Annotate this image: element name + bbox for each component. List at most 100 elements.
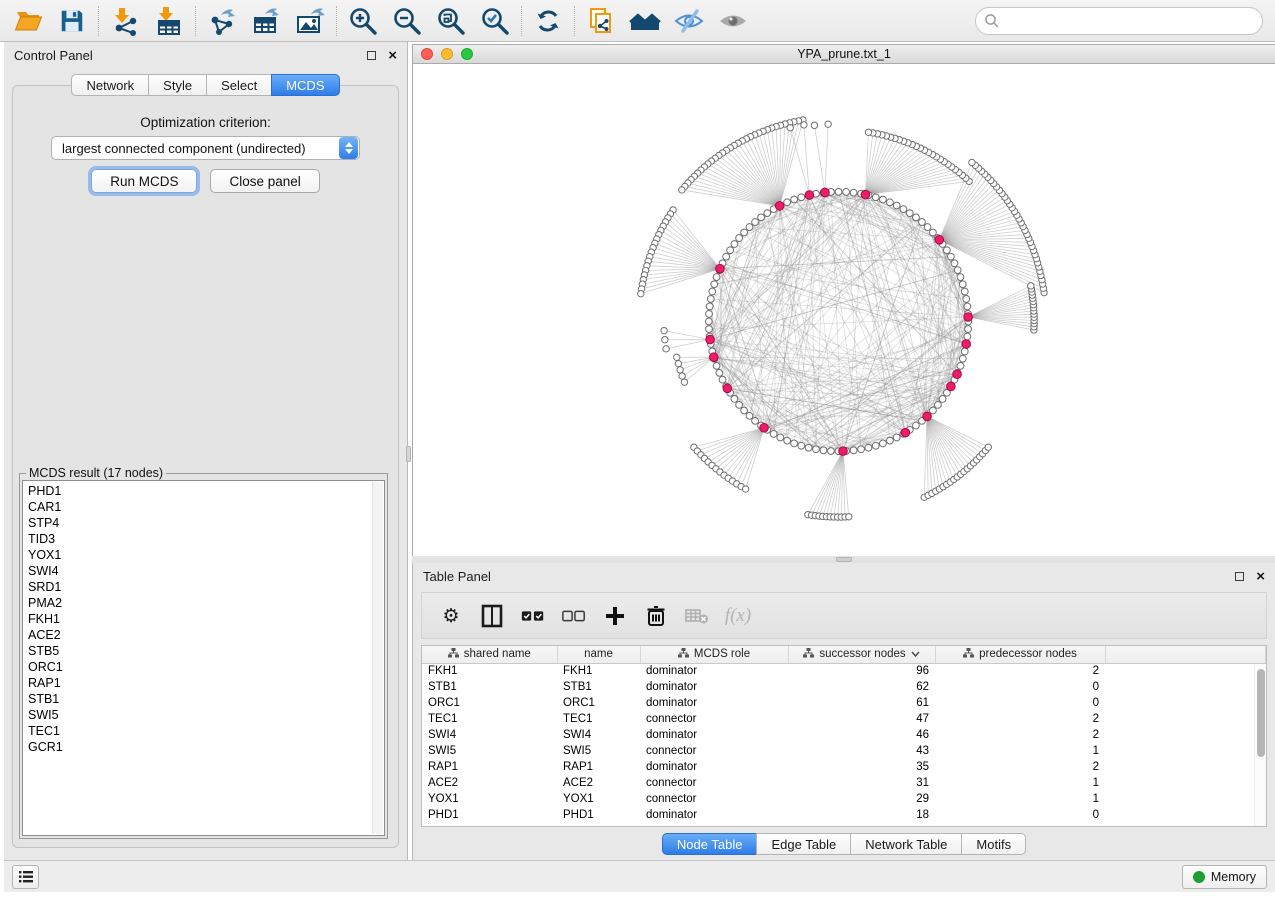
zoom-selected-icon[interactable] bbox=[473, 3, 517, 39]
table-scrollbar[interactable] bbox=[1254, 664, 1266, 826]
mcds-node-item[interactable]: PHD1 bbox=[28, 483, 384, 499]
table-row[interactable]: RAP1RAP1dominator352 bbox=[422, 759, 1266, 775]
first-neighbors-icon[interactable] bbox=[623, 3, 667, 39]
run-mcds-button[interactable]: Run MCDS bbox=[91, 169, 197, 193]
close-panel-icon[interactable]: × bbox=[1256, 572, 1265, 581]
select-all-columns-icon[interactable] bbox=[520, 603, 546, 629]
mcds-node-item[interactable]: ORC1 bbox=[28, 659, 384, 675]
create-column-icon[interactable] bbox=[602, 603, 628, 629]
column-header-MCDS-role[interactable]: MCDS role bbox=[640, 646, 788, 663]
table-row[interactable]: ACE2ACE2connector311 bbox=[422, 775, 1266, 791]
hide-selected-icon[interactable] bbox=[667, 3, 711, 39]
tab-node-table[interactable]: Node Table bbox=[662, 833, 758, 855]
close-panel-button[interactable]: Close panel bbox=[210, 169, 319, 193]
vertical-splitter-grip[interactable] bbox=[406, 446, 411, 462]
mcds-node-item[interactable]: SWI4 bbox=[28, 563, 384, 579]
column-namespace-icon bbox=[678, 648, 689, 661]
table-row[interactable]: SWI5SWI5connector431 bbox=[422, 743, 1266, 759]
cell: 2 bbox=[935, 759, 1105, 775]
mcds-node-item[interactable]: FKH1 bbox=[28, 611, 384, 627]
show-all-icon[interactable] bbox=[711, 3, 755, 39]
cell: FKH1 bbox=[422, 663, 557, 679]
float-panel-icon[interactable] bbox=[367, 51, 376, 60]
horizontal-splitter[interactable] bbox=[412, 556, 1275, 563]
mcds-node-item[interactable]: STB1 bbox=[28, 691, 384, 707]
table-toolbar: ⚙ f(x) bbox=[421, 592, 1267, 639]
mcds-list-scrollbar[interactable] bbox=[372, 482, 383, 834]
cell: connector bbox=[640, 743, 788, 759]
open-file-icon[interactable] bbox=[6, 3, 50, 39]
zoom-fit-icon[interactable] bbox=[429, 3, 473, 39]
table-row[interactable]: FKH1FKH1dominator962 bbox=[422, 663, 1266, 679]
cell: 0 bbox=[935, 807, 1105, 823]
table-row[interactable]: SWI4SWI4dominator462 bbox=[422, 727, 1266, 743]
memory-label: Memory bbox=[1211, 870, 1256, 884]
cell-empty bbox=[1105, 711, 1266, 727]
column-header-predecessor-nodes[interactable]: predecessor nodes bbox=[935, 646, 1105, 663]
table-tabs: Node TableEdge TableNetwork TableMotifs bbox=[413, 833, 1275, 855]
cell: dominator bbox=[640, 807, 788, 823]
mcds-node-item[interactable]: GCR1 bbox=[28, 739, 384, 755]
zoom-out-icon[interactable] bbox=[385, 3, 429, 39]
mcds-node-item[interactable]: RAP1 bbox=[28, 675, 384, 691]
column-header-successor-nodes[interactable]: successor nodes bbox=[788, 646, 935, 663]
table-row[interactable]: PHD1PHD1dominator180 bbox=[422, 807, 1266, 823]
tab-select[interactable]: Select bbox=[206, 74, 272, 96]
cell: dominator bbox=[640, 679, 788, 695]
show-columns-icon[interactable] bbox=[479, 603, 505, 629]
table-row[interactable]: YOX1YOX1connector291 bbox=[422, 791, 1266, 807]
settings-gear-icon[interactable]: ⚙ bbox=[438, 603, 464, 629]
apply-layout-icon[interactable] bbox=[526, 3, 570, 39]
column-namespace-icon bbox=[448, 648, 459, 661]
mcds-node-item[interactable]: YOX1 bbox=[28, 547, 384, 563]
import-table-icon[interactable] bbox=[147, 3, 191, 39]
mcds-node-item[interactable]: STP4 bbox=[28, 515, 384, 531]
table-row[interactable]: TEC1TEC1connector472 bbox=[422, 711, 1266, 727]
network-canvas[interactable] bbox=[413, 64, 1275, 556]
tab-style[interactable]: Style bbox=[148, 74, 207, 96]
export-image-icon[interactable] bbox=[288, 3, 332, 39]
mcds-node-item[interactable]: PMA2 bbox=[28, 595, 384, 611]
tab-mcds[interactable]: MCDS bbox=[271, 74, 339, 96]
mcds-node-item[interactable]: STB5 bbox=[28, 643, 384, 659]
tab-edge-table[interactable]: Edge Table bbox=[756, 833, 851, 855]
cell: 2 bbox=[935, 711, 1105, 727]
table-row[interactable]: ORC1ORC1dominator610 bbox=[422, 695, 1266, 711]
sort-desc-icon bbox=[911, 648, 920, 660]
tab-network-table[interactable]: Network Table bbox=[850, 833, 962, 855]
horizontal-splitter-grip[interactable] bbox=[836, 557, 852, 562]
close-panel-icon[interactable]: × bbox=[388, 51, 397, 60]
mcds-node-item[interactable]: TID3 bbox=[28, 531, 384, 547]
cell: PHD1 bbox=[557, 807, 640, 823]
cell-empty bbox=[1105, 791, 1266, 807]
cell: 1 bbox=[935, 791, 1105, 807]
mcds-node-item[interactable]: CAR1 bbox=[28, 499, 384, 515]
column-namespace-icon bbox=[803, 648, 814, 661]
tab-network[interactable]: Network bbox=[71, 74, 149, 96]
export-table-icon[interactable] bbox=[244, 3, 288, 39]
export-network-icon[interactable] bbox=[200, 3, 244, 39]
delete-columns-icon[interactable] bbox=[643, 603, 669, 629]
unselect-all-columns-icon[interactable] bbox=[561, 603, 587, 629]
import-network-icon[interactable] bbox=[103, 3, 147, 39]
tab-motifs[interactable]: Motifs bbox=[961, 833, 1026, 855]
optimization-criterion-select[interactable]: largest connected component (undirected) bbox=[51, 136, 360, 160]
save-session-icon[interactable] bbox=[50, 3, 94, 39]
table-scrollbar-thumb[interactable] bbox=[1257, 669, 1265, 757]
column-header-name[interactable]: name bbox=[557, 646, 640, 663]
task-history-icon[interactable] bbox=[12, 865, 39, 889]
cell: ACE2 bbox=[557, 775, 640, 791]
cell: 31 bbox=[788, 775, 935, 791]
mcds-node-item[interactable]: ACE2 bbox=[28, 627, 384, 643]
mcds-node-item[interactable]: TEC1 bbox=[28, 723, 384, 739]
mcds-node-item[interactable]: SRD1 bbox=[28, 579, 384, 595]
zoom-in-icon[interactable] bbox=[341, 3, 385, 39]
clone-network-icon[interactable] bbox=[579, 3, 623, 39]
memory-status-icon bbox=[1193, 871, 1205, 883]
column-header-shared-name[interactable]: shared name bbox=[422, 646, 557, 663]
float-panel-icon[interactable] bbox=[1235, 572, 1244, 581]
search-input[interactable] bbox=[975, 7, 1263, 35]
mcds-node-item[interactable]: SWI5 bbox=[28, 707, 384, 723]
table-row[interactable]: STB1STB1dominator620 bbox=[422, 679, 1266, 695]
memory-button[interactable]: Memory bbox=[1182, 865, 1267, 889]
